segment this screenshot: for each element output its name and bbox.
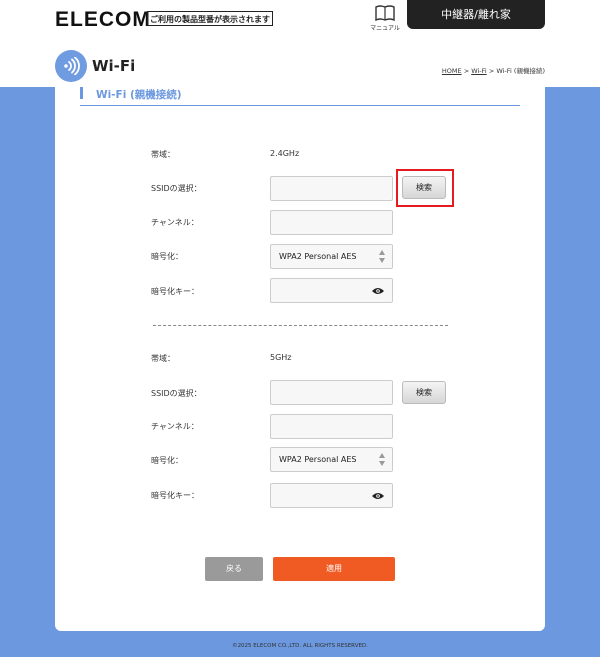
breadcrumb-separator: > <box>463 67 470 75</box>
wifi-badge <box>55 50 87 82</box>
encryption-select-24[interactable]: WPA2 Personal AES <box>270 244 393 269</box>
search-button-5[interactable]: 検索 <box>402 381 446 404</box>
manual-link[interactable]: マニュアル <box>370 5 400 32</box>
encryption-value-24: WPA2 Personal AES <box>279 252 357 261</box>
ssid-input-24[interactable] <box>270 176 393 201</box>
manual-label: マニュアル <box>370 25 400 32</box>
apply-button[interactable]: 適用 <box>273 557 395 581</box>
band-value-24: 2.4GHz <box>270 149 300 158</box>
elecom-logo: ELECOM <box>55 8 151 31</box>
band-label-5: 帯域： <box>151 354 175 363</box>
section-accent-bar <box>80 87 83 99</box>
band-divider <box>153 325 448 326</box>
encryption-label-24: 暗号化： <box>151 252 183 261</box>
book-icon <box>375 5 395 21</box>
section-header: Wi-Fi (親機接続) <box>80 87 520 106</box>
channel-input-24[interactable] <box>270 210 393 235</box>
header: ELECOM ご利用の製品型番が表示されます マニュアル 中継器/離れ家 Wi-… <box>0 0 600 87</box>
channel-label-24: チャンネル： <box>151 218 199 227</box>
breadcrumb: HOME > Wi-Fi > Wi-Fi (親機接続) <box>442 65 545 75</box>
back-button[interactable]: 戻る <box>205 557 263 581</box>
model-tagline: ご利用の製品型番が表示されます <box>147 11 273 26</box>
page-title: Wi-Fi <box>92 57 136 75</box>
breadcrumb-home[interactable]: HOME <box>442 67 462 75</box>
key-label-5: 暗号化キー： <box>151 491 199 500</box>
key-input-5[interactable] <box>270 483 393 508</box>
updown-arrows-icon <box>379 453 385 466</box>
channel-label-5: チャンネル： <box>151 422 199 431</box>
breadcrumb-wifi[interactable]: Wi-Fi <box>471 67 487 75</box>
key-input-24[interactable] <box>270 278 393 303</box>
updown-arrows-icon <box>379 250 385 263</box>
search-highlight-box <box>396 169 454 207</box>
settings-panel: Wi-Fi (親機接続) 帯域： 2.4GHz SSIDの選択： 検索 チャンネ… <box>55 87 545 631</box>
wifi-icon <box>64 57 80 75</box>
ssid-label-5: SSIDの選択： <box>151 389 202 398</box>
breadcrumb-separator: > <box>488 67 495 75</box>
footer-copyright: ©2025 ELECOM CO.,LTD. ALL RIGHTS RESERVE… <box>232 643 368 649</box>
breadcrumb-current: Wi-Fi (親機接続) <box>496 67 545 75</box>
encryption-label-5: 暗号化： <box>151 456 183 465</box>
eye-icon[interactable] <box>372 492 384 500</box>
band-value-5: 5GHz <box>270 353 292 362</box>
encryption-select-5[interactable]: WPA2 Personal AES <box>270 447 393 472</box>
mode-button[interactable]: 中継器/離れ家 <box>407 0 545 29</box>
ssid-label-24: SSIDの選択： <box>151 184 202 193</box>
section-title: Wi-Fi (親機接続) <box>96 89 182 101</box>
ssid-input-5[interactable] <box>270 380 393 405</box>
channel-input-5[interactable] <box>270 414 393 439</box>
band-label-24: 帯域： <box>151 150 175 159</box>
key-label-24: 暗号化キー： <box>151 287 199 296</box>
eye-icon[interactable] <box>372 287 384 295</box>
encryption-value-5: WPA2 Personal AES <box>279 455 357 464</box>
